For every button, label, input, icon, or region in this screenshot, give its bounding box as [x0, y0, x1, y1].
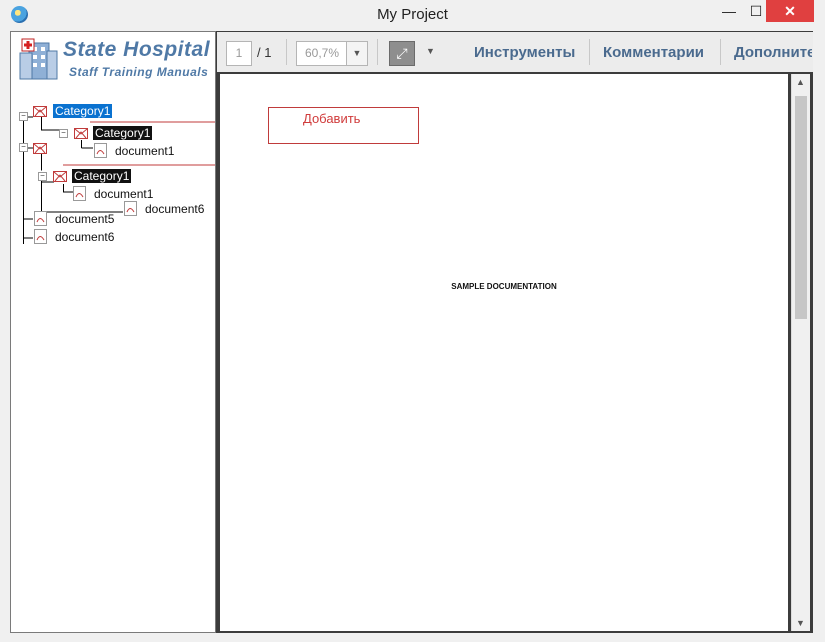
tools-menu[interactable]: Инструменты — [474, 44, 575, 61]
scroll-down-icon[interactable]: ▼ — [796, 618, 805, 628]
collapse-toggle[interactable]: − — [19, 143, 28, 152]
tree-node-category[interactable]: Category1 — [53, 104, 113, 118]
window-title: My Project — [377, 6, 448, 23]
scrollbar-thumb[interactable] — [795, 96, 807, 319]
pdf-folder-icon — [74, 128, 88, 139]
scroll-up-icon[interactable]: ▲ — [796, 77, 805, 87]
tree-node-document[interactable]: document5 — [55, 212, 114, 226]
comments-menu[interactable]: Комментарии — [603, 44, 704, 61]
pdf-document-icon — [34, 211, 47, 226]
pdf-folder-icon — [33, 143, 47, 154]
collapse-toggle[interactable]: − — [19, 112, 28, 121]
more-menu[interactable]: Дополните — [734, 44, 812, 61]
toolbar-more-icon[interactable]: ▼ — [426, 46, 435, 56]
tree-node-document[interactable]: document6 — [145, 202, 204, 216]
tree-node-category[interactable]: Category1 — [72, 169, 132, 183]
title-bar: My Project — ☐ ✕ — [0, 0, 825, 31]
tree-node-document[interactable]: document1 — [94, 187, 153, 201]
tree-node-document[interactable]: document6 — [55, 230, 114, 244]
zoom-select[interactable]: 60,7% ▼ — [296, 41, 368, 66]
fullscreen-icon[interactable]: ⤢ — [389, 41, 415, 66]
toolbar-separator — [589, 39, 590, 65]
collapse-toggle[interactable]: − — [59, 129, 68, 138]
tree-node-category[interactable]: Category1 — [93, 126, 153, 140]
collapse-toggle[interactable]: − — [38, 172, 47, 181]
tree-connector-lines — [23, 116, 215, 244]
zoom-value: 60,7% — [305, 46, 340, 60]
pdf-document-icon — [73, 186, 86, 201]
page-total: / 1 — [257, 45, 272, 60]
add-menu-item[interactable]: Добавить — [303, 111, 360, 126]
minimize-button[interactable]: — — [714, 0, 744, 22]
pdf-folder-icon — [33, 106, 47, 117]
pdf-folder-icon — [53, 171, 67, 182]
tree-node-document[interactable]: document1 — [115, 144, 174, 158]
document-tree: − Category1 − Category1 document1 − − Ca… — [11, 32, 215, 632]
vertical-scrollbar[interactable]: ▲ ▼ — [791, 74, 810, 631]
chevron-down-icon[interactable]: ▼ — [346, 42, 367, 65]
pdf-document-icon — [34, 229, 47, 244]
project-tree-pane: State Hospital Staff Training Manuals − … — [10, 31, 216, 633]
pdf-page: SAMPLE DOCUMENTATION — [220, 74, 788, 631]
add-context-menu: Добавить — [268, 107, 419, 144]
page-number-input[interactable]: 1 — [226, 41, 252, 66]
viewer-toolbar: 1 / 1 60,7% ▼ ⤢ ▼ Инструменты Комментари… — [217, 32, 813, 72]
close-button[interactable]: ✕ — [766, 0, 814, 22]
document-text: SAMPLE DOCUMENTATION — [451, 282, 557, 291]
pdf-document-icon — [94, 143, 107, 158]
pdf-document-icon — [124, 201, 137, 216]
toolbar-separator — [377, 39, 378, 65]
toolbar-separator — [286, 39, 287, 65]
toolbar-separator — [720, 39, 721, 65]
